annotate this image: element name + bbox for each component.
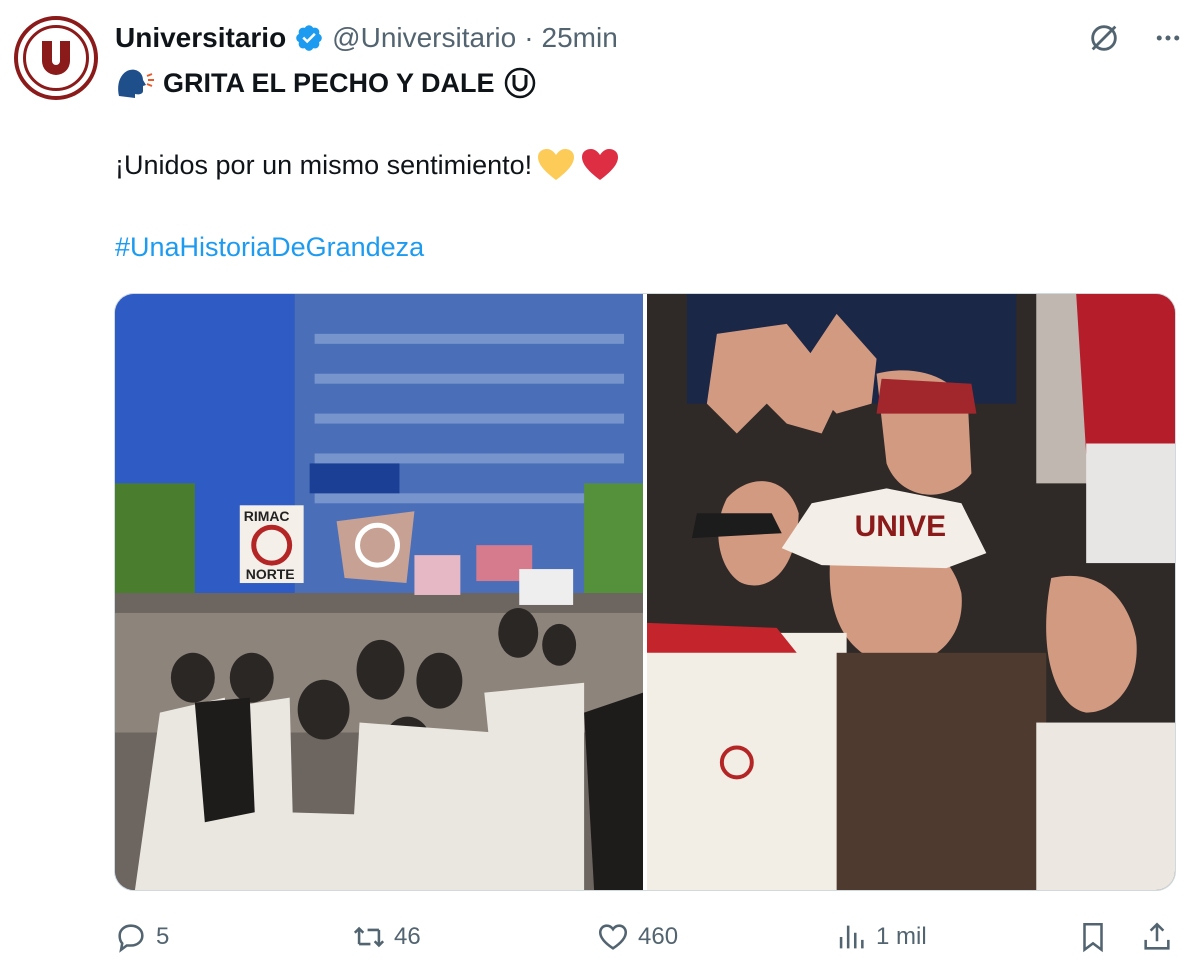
tweet-time[interactable]: 25min	[542, 22, 618, 54]
tweet-sentence: ¡Unidos por un mismo sentimiento!	[115, 150, 533, 180]
media-grid: RIMAC NORTE UNIVE	[114, 293, 1176, 891]
like-button[interactable]: 460	[596, 920, 678, 954]
sign-rimac: RIMAC	[244, 508, 290, 524]
yellow-heart-icon	[536, 147, 576, 183]
separator-dot: ·	[524, 22, 534, 53]
u-logo-icon	[42, 41, 70, 75]
retweet-button[interactable]: 46	[352, 920, 421, 954]
like-icon	[598, 924, 628, 950]
sign-unive: UNIVE	[855, 510, 946, 543]
avatar-logo	[23, 25, 89, 91]
avatar[interactable]	[14, 16, 98, 100]
bookmark-icon	[1083, 922, 1103, 953]
author-handle[interactable]: @Universitario	[332, 22, 516, 54]
share-icon	[1144, 922, 1170, 950]
like-count: 460	[638, 923, 679, 950]
grok-icon[interactable]	[1086, 20, 1122, 56]
views-icon	[839, 925, 864, 949]
banner-rimac: RIMAC NORTE	[239, 505, 304, 584]
speaking-head-icon	[115, 66, 155, 100]
photo-left[interactable]: RIMAC NORTE	[115, 294, 643, 890]
retweet-icon	[353, 926, 385, 948]
action-bar: 5 46 460 1 mil	[114, 915, 1176, 959]
bookmark-button[interactable]	[1076, 920, 1110, 954]
sign-norte: NORTE	[246, 566, 295, 582]
more-icon[interactable]	[1150, 20, 1186, 56]
circled-u-icon	[503, 66, 537, 100]
tweet-line1: GRITA EL PECHO Y DALE	[115, 64, 1165, 102]
reply-button[interactable]: 5	[114, 920, 169, 954]
photo-right[interactable]: UNIVE	[647, 294, 1175, 890]
reply-icon	[118, 924, 144, 953]
reply-count: 5	[156, 923, 170, 950]
views-button[interactable]: 1 mil	[834, 920, 927, 954]
hashtag-link[interactable]: #UnaHistoriaDeGrandeza	[115, 228, 424, 266]
tweet-heading: GRITA EL PECHO Y DALE	[163, 68, 495, 98]
red-heart-icon	[580, 147, 620, 183]
top-actions	[1086, 20, 1186, 56]
share-button[interactable]	[1140, 920, 1174, 954]
tweet-text: GRITA EL PECHO Y DALE ¡Unidos por un mis…	[115, 64, 1165, 262]
tweet-line2: ¡Unidos por un mismo sentimiento!	[115, 146, 620, 184]
verified-badge-icon[interactable]	[294, 23, 324, 53]
author-name[interactable]: Universitario	[115, 22, 286, 54]
views-count: 1 mil	[876, 923, 927, 950]
tweet-header: Universitario @Universitario · 25min	[115, 18, 618, 58]
retweet-count: 46	[394, 923, 421, 950]
